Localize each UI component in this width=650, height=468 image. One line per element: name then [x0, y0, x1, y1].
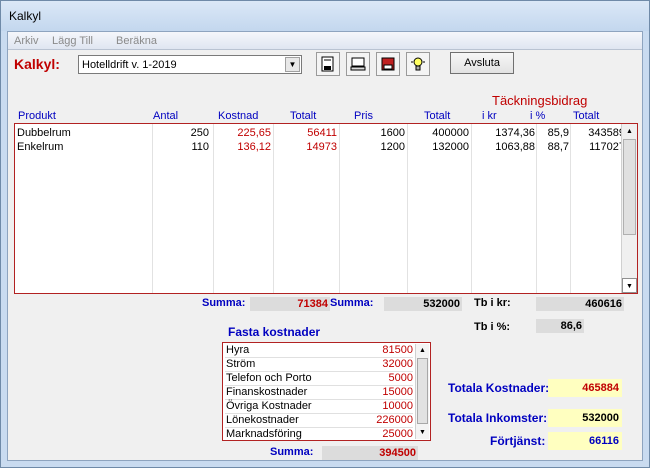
col-header-tb-pct: i % [530, 110, 546, 122]
cell-antal: 250 [190, 127, 209, 139]
fortjanst-label: Förtjänst: [490, 434, 546, 448]
book-button[interactable] [376, 52, 400, 76]
summa-kostnad-value: 71384 [250, 297, 330, 311]
list-item[interactable]: Marknadsföring 25000 [225, 428, 413, 442]
cell-produkt: Dubbelrum [17, 127, 71, 139]
summa-inkomst-value: 532000 [384, 297, 462, 311]
save-button[interactable] [316, 52, 340, 76]
list-item[interactable]: Hyra 81500 [225, 344, 413, 358]
fixed-cost-list[interactable]: Hyra 81500 Ström 32000 Telefon och Porto 50… [222, 342, 431, 441]
cell-produkt: Enkelrum [17, 141, 64, 153]
fixed-cost-value: 25000 [382, 428, 413, 440]
cell-tb-kr: 1374,36 [495, 127, 535, 139]
print-button[interactable] [346, 52, 370, 76]
cell-antal: 110 [191, 141, 209, 153]
totala-inkomster-label: Totala Inkomster: [448, 411, 548, 425]
menu-arkiv[interactable]: Arkiv [14, 35, 38, 47]
cell-totalt-tb: 343589 [588, 127, 625, 139]
list-item[interactable]: Finanskostnader 15000 [225, 386, 413, 400]
totala-inkomster-value: 532000 [548, 409, 622, 427]
cell-totalt-kostnad: 56411 [307, 127, 337, 139]
window-title: Kalkyl [9, 9, 42, 23]
fixed-cost-value: 32000 [382, 358, 413, 370]
col-header-pris: Pris [354, 110, 373, 122]
fixed-cost-name: Finanskostnader [226, 386, 308, 398]
col-header-totalt-tb: Totalt [573, 110, 600, 122]
scroll-down-icon[interactable]: ▼ [416, 426, 429, 439]
fixed-cost-name: Ström [226, 358, 256, 370]
col-header-tb-kr: i kr [482, 110, 497, 122]
app-window: Kalkyl Arkiv Lägg Till Beräkna Kalkyl: H… [0, 0, 650, 468]
cell-kostnad: 136,12 [237, 141, 271, 153]
cell-tb-kr: 1063,88 [495, 141, 535, 153]
fixed-cost-name: Övriga Kostnader [226, 400, 312, 412]
list-item[interactable]: Ström 32000 [225, 358, 413, 372]
col-header-kostnad: Kostnad [218, 110, 259, 122]
fasta-kostnader-title: Fasta kostnader [228, 325, 321, 339]
fixed-cost-name: Hyra [226, 344, 250, 356]
kalkyl-select[interactable]: Hotelldrift v. 1-2019 ▼ [78, 55, 302, 74]
scroll-down-icon[interactable]: ▼ [622, 278, 637, 293]
fixed-cost-value: 10000 [382, 400, 413, 412]
col-header-totalt-inkomst: Totalt [424, 110, 451, 122]
title-bar[interactable]: Kalkyl [1, 1, 649, 31]
fixed-summa-value: 394500 [322, 446, 418, 460]
kalkyl-select-value: Hotelldrift v. 1-2019 [82, 59, 177, 71]
menu-bar: Arkiv Lägg Till Beräkna [8, 32, 642, 50]
fixed-cost-scrollbar[interactable]: ▲ ▼ [415, 344, 429, 439]
menu-berakna[interactable]: Beräkna [116, 35, 157, 47]
list-item[interactable]: Telefon och Porto 5000 [225, 372, 413, 386]
col-header-antal: Antal [153, 110, 179, 122]
tb-kr-value: 460616 [536, 297, 624, 311]
col-header-produkt: Produkt [18, 110, 56, 122]
summa-inkomst-label: Summa: [330, 297, 374, 309]
cell-totalt-inkomst: 132000 [432, 141, 469, 153]
list-item[interactable]: Övriga Kostnader 10000 [225, 400, 413, 414]
col-header-totalt-kostnad: Totalt [290, 110, 317, 122]
tb-kr-label: Tb i kr: [474, 297, 511, 309]
menu-lagg-till[interactable]: Lägg Till [52, 35, 93, 47]
kalkyl-label: Kalkyl: [14, 56, 60, 72]
cell-tb-pct: 88,7 [547, 141, 569, 153]
fortjanst-value: 66116 [548, 432, 622, 450]
tb-pct-label: Tb i %: [474, 321, 511, 333]
fixed-cost-name: Telefon och Porto [226, 372, 312, 384]
scroll-up-icon[interactable]: ▲ [622, 124, 637, 139]
fixed-cost-name: Marknadsföring [226, 428, 302, 440]
scroll-up-icon[interactable]: ▲ [416, 344, 429, 357]
table-row[interactable]: Enkelrum 110 136,12 14973 1200 132000 10… [15, 140, 625, 154]
lightbulb-icon [411, 57, 425, 71]
fixed-summa-label: Summa: [270, 446, 314, 458]
book-icon [381, 57, 395, 71]
cell-totalt-tb: 117027 [589, 141, 625, 153]
scroll-thumb[interactable] [417, 358, 428, 424]
grid-scrollbar[interactable]: ▲ ▼ [621, 124, 637, 293]
fixed-cost-name: Lönekostnader [226, 414, 299, 426]
product-grid[interactable]: Dubbelrum 250 225,65 56411 1600 400000 1… [14, 123, 638, 294]
cell-totalt-kostnad: 14973 [306, 141, 337, 153]
cell-totalt-inkomst: 400000 [432, 127, 469, 139]
scroll-thumb[interactable] [623, 139, 636, 235]
totala-kostnader-label: Totala Kostnader: [448, 381, 550, 395]
group-header-tackningsbidrag: Täckningsbidrag [492, 93, 588, 108]
exit-button[interactable]: Avsluta [450, 52, 514, 74]
fixed-cost-value: 15000 [382, 386, 413, 398]
client-area: Arkiv Lägg Till Beräkna Kalkyl: Hotelldr… [7, 31, 643, 461]
cell-pris: 1600 [380, 127, 405, 139]
tb-pct-value: 86,6 [536, 319, 584, 333]
fixed-cost-value: 5000 [388, 372, 413, 384]
save-icon [321, 56, 334, 72]
fixed-cost-value: 81500 [382, 344, 413, 356]
list-item[interactable]: Lönekostnader 226000 [225, 414, 413, 428]
cell-pris: 1200 [380, 141, 405, 153]
computer-icon [350, 57, 366, 71]
totala-kostnader-value: 465884 [548, 379, 622, 397]
cell-kostnad: 225,65 [237, 127, 271, 139]
chevron-down-icon[interactable]: ▼ [285, 57, 300, 72]
table-row[interactable]: Dubbelrum 250 225,65 56411 1600 400000 1… [15, 126, 625, 140]
summa-kostnad-label: Summa: [202, 297, 246, 309]
tip-button[interactable] [406, 52, 430, 76]
fixed-cost-value: 226000 [376, 414, 413, 426]
cell-tb-pct: 85,9 [547, 127, 569, 139]
